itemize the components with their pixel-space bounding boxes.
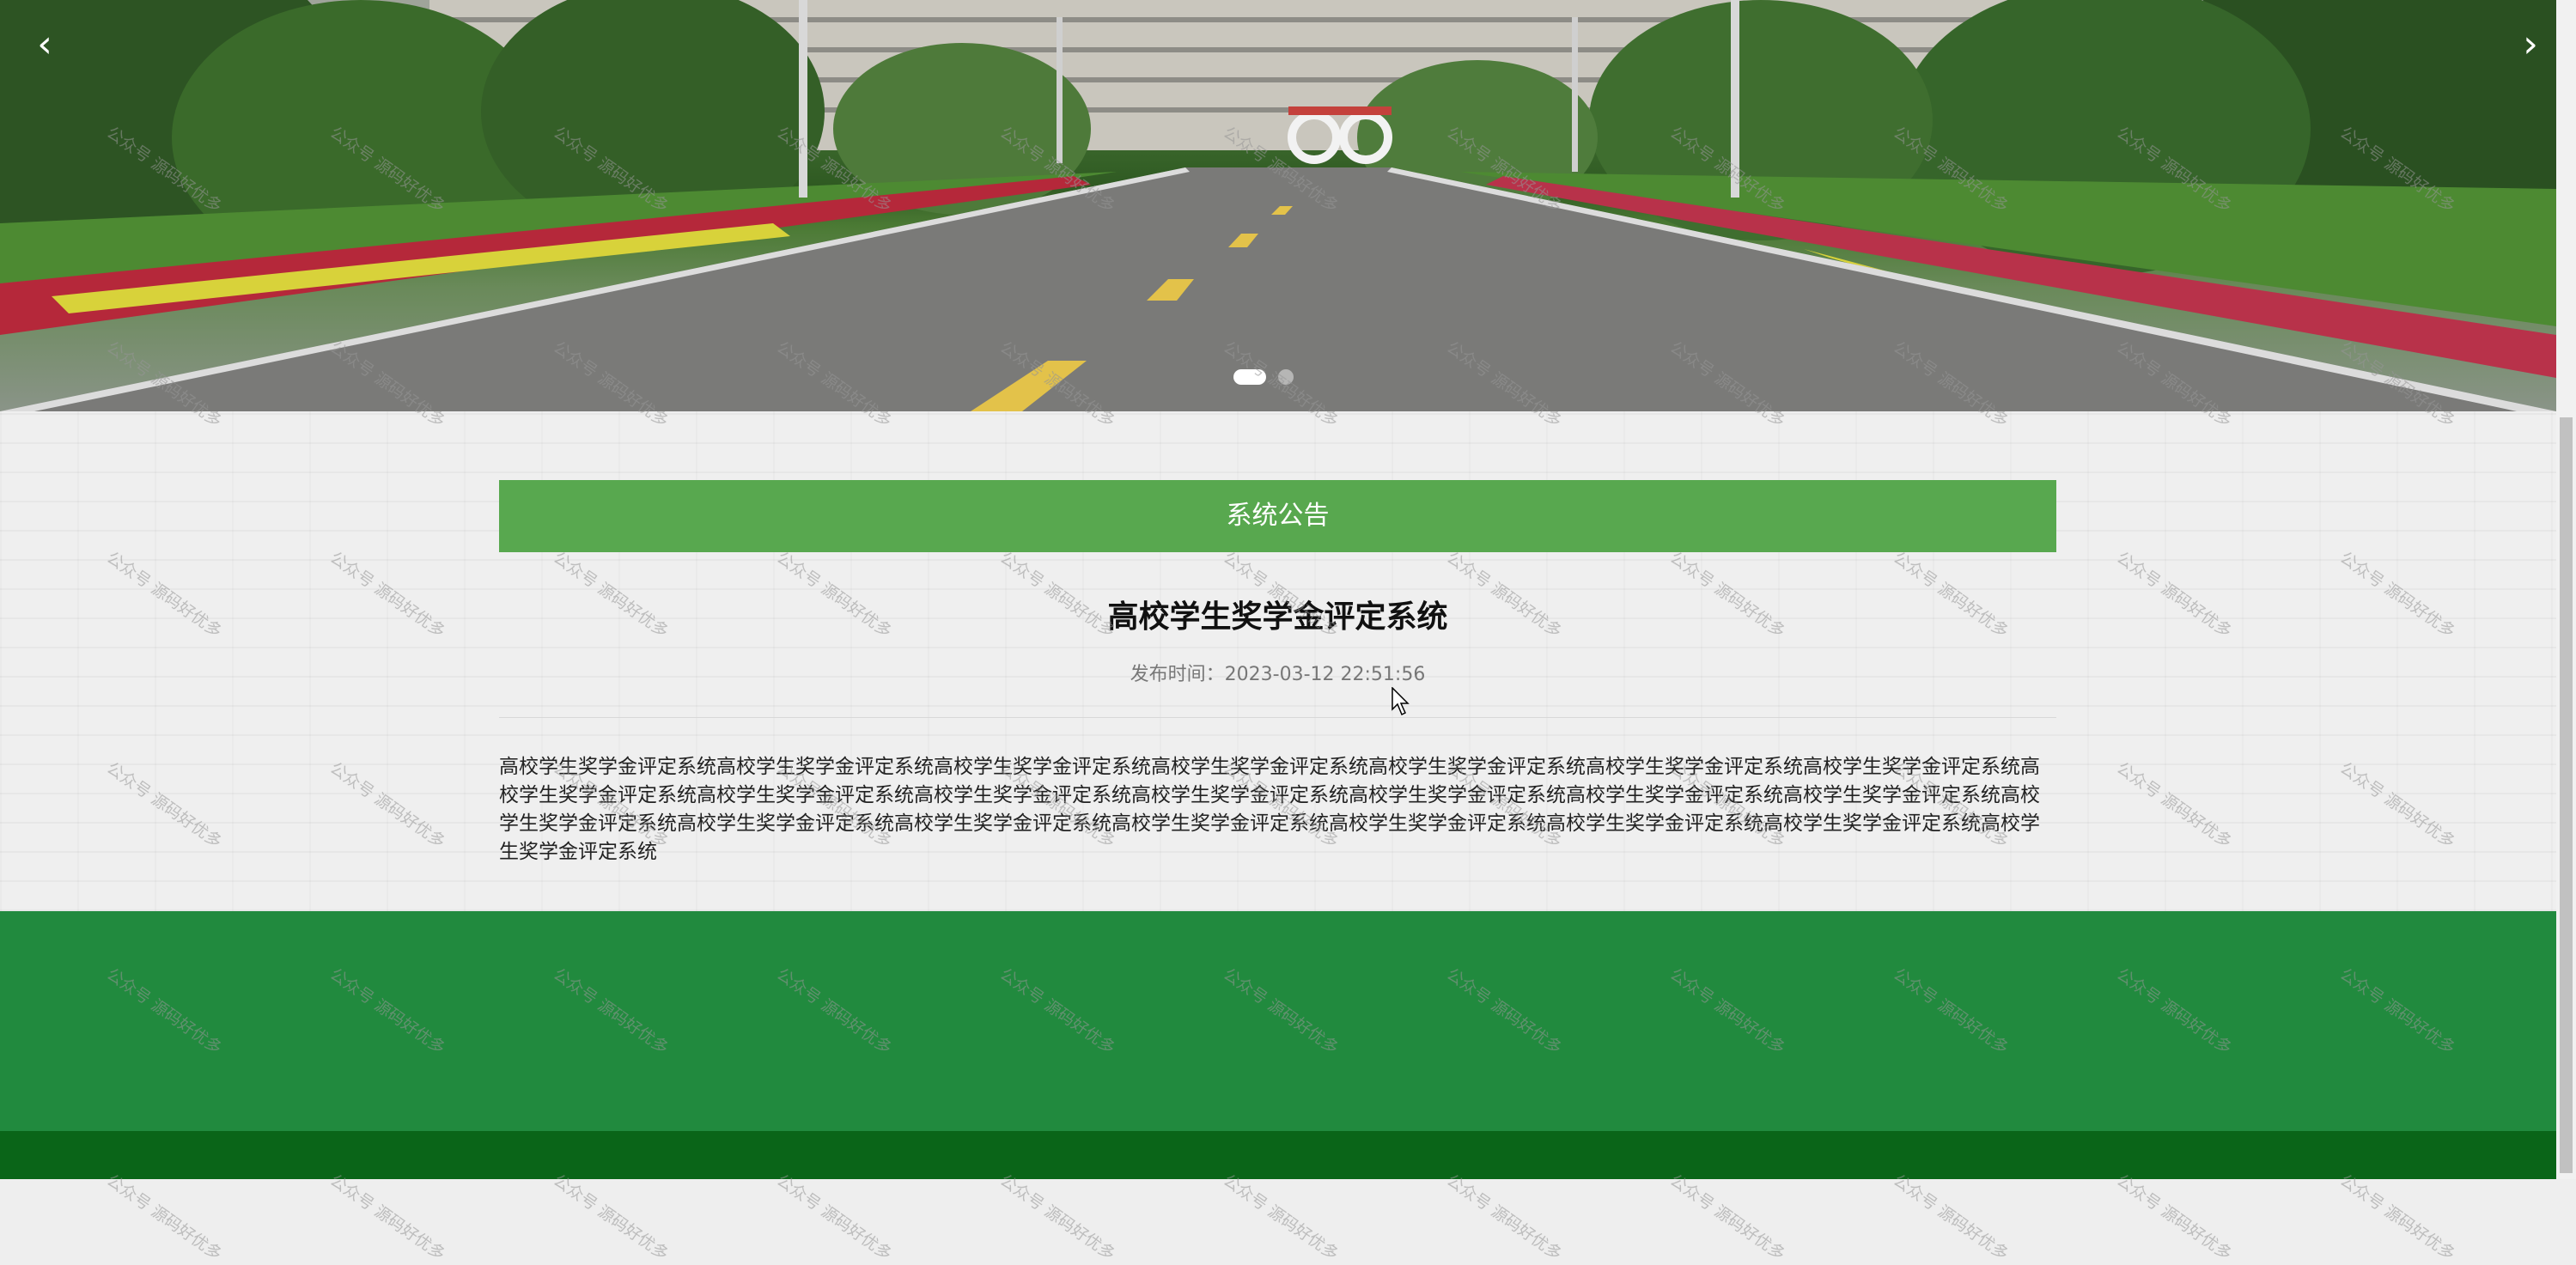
- watermark-text: 公众号 源码好优多: [2113, 1171, 2236, 1264]
- carousel-next-button[interactable]: ›: [2505, 19, 2556, 70]
- mouse-cursor-icon: [1392, 687, 1410, 716]
- publish-time-label: 发布时间：: [1130, 664, 1225, 685]
- watermark-text: 公众号 源码好优多: [1666, 1171, 1789, 1264]
- publish-time-value: 2023-03-12 22:51:56: [1224, 664, 1426, 685]
- carousel-prev-button[interactable]: ‹: [19, 19, 70, 70]
- notice-content-area: 系统公告 高校学生奖学金评定系统 发布时间：2023-03-12 22:51:5…: [0, 411, 2556, 911]
- watermark-text: 公众号 源码好优多: [996, 1171, 1119, 1264]
- page-scrollbar[interactable]: [2556, 0, 2576, 1179]
- footer-bottom-bar: [0, 1131, 2556, 1179]
- watermark-text: 公众号 源码好优多: [773, 1171, 896, 1264]
- carousel-pagination: [1233, 369, 1294, 385]
- scrollbar-thumb[interactable]: [2560, 417, 2573, 1173]
- divider: [499, 717, 2056, 718]
- watermark-text: 公众号 源码好优多: [1890, 1171, 2013, 1264]
- article-title: 高校学生奖学金评定系统: [1107, 599, 1448, 635]
- watermark-text: 公众号 源码好优多: [1443, 1171, 1566, 1264]
- watermark-text: 公众号 源码好优多: [2336, 1171, 2459, 1264]
- carousel-dot-2[interactable]: [1278, 369, 1294, 385]
- watermark-text: 公众号 源码好优多: [103, 1171, 226, 1264]
- banner-carousel[interactable]: ‹ ›: [0, 0, 2556, 411]
- campus-road-photo: [0, 0, 2556, 411]
- article-meta: 发布时间：2023-03-12 22:51:56: [499, 659, 2056, 686]
- article-body: 高校学生奖学金评定系统高校学生奖学金评定系统高校学生奖学金评定系统高校学生奖学金…: [499, 756, 2040, 863]
- watermark-text: 公众号 源码好优多: [550, 1171, 673, 1264]
- carousel-dot-1[interactable]: [1233, 369, 1266, 385]
- watermark-text: 公众号 源码好优多: [326, 1171, 449, 1264]
- footer: [0, 911, 2556, 1131]
- notice-section-header: 系统公告: [499, 480, 2056, 552]
- watermark-text: 公众号 源码好优多: [1220, 1171, 1343, 1264]
